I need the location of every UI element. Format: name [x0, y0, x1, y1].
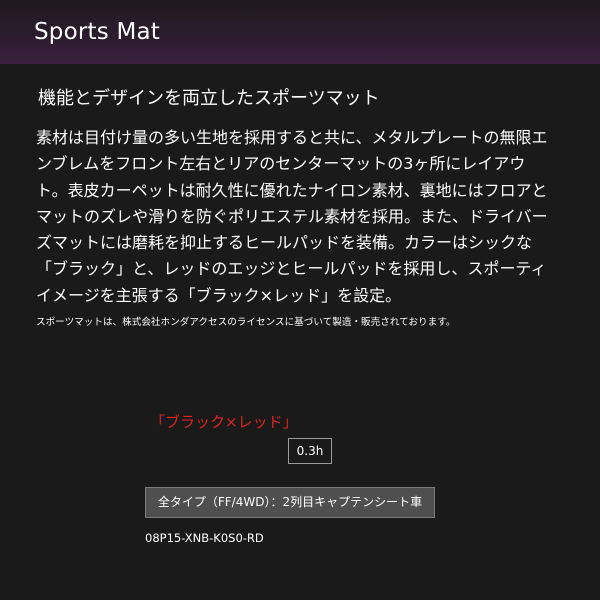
description-line: イメージを主張する「ブラック×レッド」を設定。	[36, 285, 402, 305]
license-note: スポーツマットは、株式会社ホンダアクセスのライセンスに基づいて製造・販売されてお…	[36, 317, 456, 328]
variant-label: 「ブラック×レッド」	[150, 413, 298, 431]
part-number: 08P15-XNB-K0S0-RD	[145, 531, 264, 545]
description-line: ト。表皮カーペットは耐久性に優れたナイロン素材、裏地にはフロアと	[36, 180, 548, 200]
page-header: Sports Mat	[0, 0, 600, 64]
description-line: 素材は目付け量の多い生地を採用すると共に、メタルプレートの無限エ	[36, 128, 548, 147]
description-line: ズマットには磨耗を抑止するヒールパッドを装備。カラーはシックな	[36, 233, 533, 253]
product-headline: 機能とデザインを両立したスポーツマット	[38, 88, 380, 109]
vehicle-type-button[interactable]: 全タイプ（FF/4WD）：2列目キャプテンシート車	[145, 487, 435, 518]
description-line: 「ブラック」と、レッドのエッジとヒールパッドを採用し、スポーティ	[36, 259, 547, 279]
page-title: Sports Mat	[34, 19, 160, 45]
description-line: マットのズレや滑りを防ぐポリエステル素材を採用。また、ドライバー	[36, 206, 548, 226]
description-line: ンブレムをフロント左右とリアのセンターマットの3ヶ所にレイアウ	[36, 154, 526, 174]
work-time-badge: 0.3h	[288, 438, 332, 464]
product-description: 素材は目付け量の多い生地を採用すると共に、メタルプレートの無限エ ンブレムをフロ…	[36, 125, 566, 309]
